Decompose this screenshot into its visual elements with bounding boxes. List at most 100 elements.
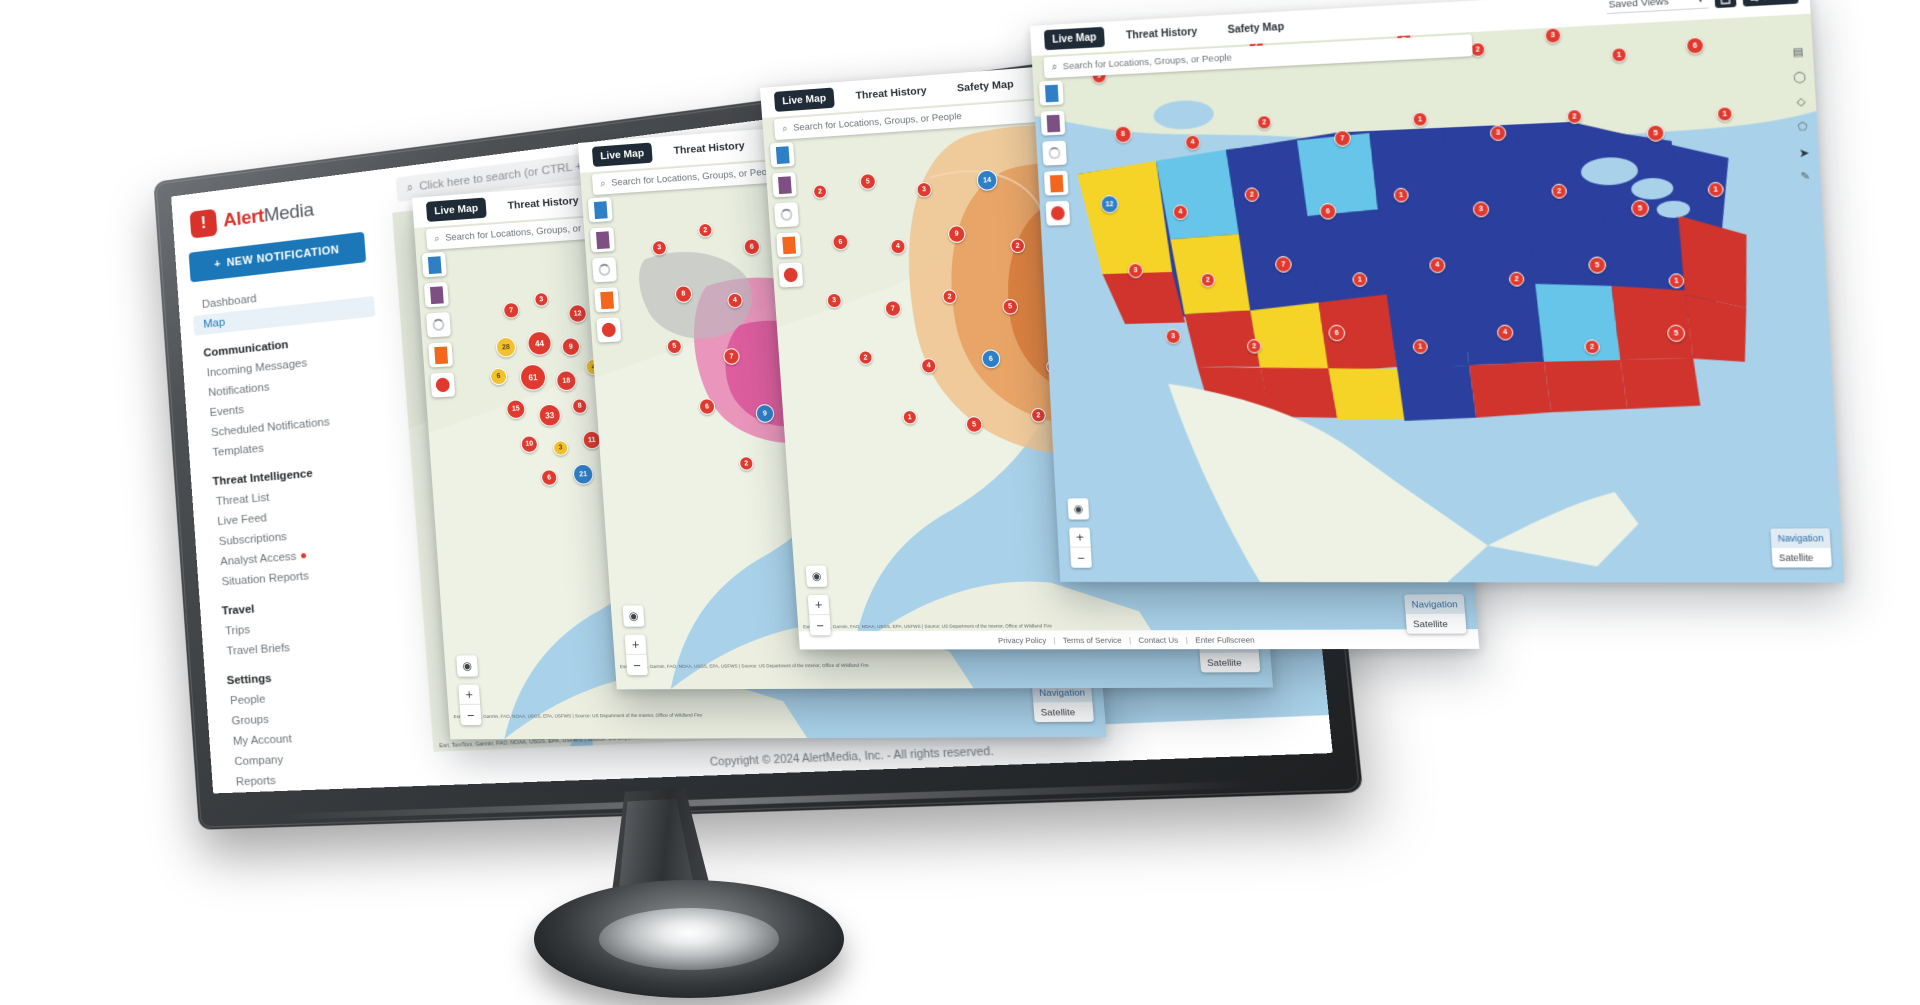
cursor-tool-icon[interactable]: ➤: [1796, 146, 1813, 162]
threat-marker[interactable]: 8: [571, 398, 588, 415]
locate-me-button[interactable]: ◉: [805, 565, 828, 587]
basemap-satellite-option[interactable]: Satellite: [1406, 614, 1467, 634]
basemap-satellite-option[interactable]: Satellite: [1200, 653, 1261, 673]
threat-marker[interactable]: 2: [858, 350, 874, 365]
zoom-in-button[interactable]: +: [624, 634, 647, 656]
threat-marker[interactable]: 61: [519, 363, 547, 392]
locate-me-button[interactable]: ◉: [622, 605, 645, 627]
threat-marker[interactable]: 10: [520, 435, 539, 454]
info-marker[interactable]: 6: [981, 349, 1001, 369]
tab-threat-history[interactable]: Threat History: [1118, 21, 1206, 46]
tab-live-map[interactable]: Live Map: [425, 197, 487, 222]
layer-threat-button[interactable]: [430, 372, 456, 398]
threat-marker[interactable]: 4: [1496, 324, 1514, 341]
polygon-tool-icon[interactable]: ◇: [1793, 96, 1810, 112]
layer-hazard-button[interactable]: [776, 232, 802, 258]
info-marker[interactable]: 21: [572, 463, 595, 485]
basemap-navigation-option[interactable]: Navigation: [1404, 594, 1466, 615]
threat-marker[interactable]: 1: [1412, 339, 1429, 355]
layer-weather-button[interactable]: [587, 196, 613, 223]
zoom-out-button[interactable]: −: [809, 615, 831, 635]
layer-loading-button[interactable]: [592, 257, 618, 283]
tab-threat-history[interactable]: Threat History: [665, 135, 753, 162]
threat-marker[interactable]: 7: [1274, 255, 1293, 273]
threat-marker[interactable]: 5: [859, 172, 877, 191]
threat-marker[interactable]: 6: [743, 238, 761, 256]
threat-marker[interactable]: 6: [489, 367, 508, 386]
threat-marker[interactable]: 4: [1184, 134, 1201, 151]
info-marker[interactable]: 12: [1100, 194, 1119, 214]
zoom-in-button[interactable]: +: [807, 594, 830, 616]
threat-marker[interactable]: 5: [1588, 256, 1607, 274]
layer-loading-button[interactable]: [426, 312, 452, 338]
threat-marker[interactable]: 3: [826, 292, 843, 309]
threat-marker[interactable]: 18: [555, 370, 578, 392]
zoom-out-button[interactable]: −: [460, 705, 482, 725]
tab-safety-map[interactable]: Safety Map: [948, 73, 1023, 99]
threat-marker[interactable]: 2: [1246, 338, 1262, 354]
map-window-safety-choropleth[interactable]: 3 1 2 1 5 2 3 1 6 8 4 2 7 1 3 2 5: [1030, 0, 1845, 583]
basemap-navigation-option[interactable]: Navigation: [1770, 528, 1831, 549]
threat-marker[interactable]: 4: [1428, 257, 1446, 274]
basemap-satellite-option[interactable]: Satellite: [1033, 702, 1094, 722]
threat-marker[interactable]: 5: [1646, 124, 1665, 143]
threat-marker[interactable]: 7: [502, 301, 520, 319]
threat-marker[interactable]: 8: [674, 285, 693, 304]
threat-marker[interactable]: 1: [1707, 181, 1725, 198]
threat-marker[interactable]: 5: [666, 338, 683, 355]
layer-hazard-button[interactable]: [1043, 170, 1069, 196]
threat-marker[interactable]: 6: [540, 469, 558, 487]
threat-marker[interactable]: 1: [1393, 187, 1409, 203]
threat-marker[interactable]: 2: [1256, 114, 1272, 130]
threat-marker[interactable]: 6: [698, 398, 716, 416]
threat-marker[interactable]: 4: [1172, 204, 1189, 221]
threat-marker[interactable]: 4: [889, 238, 907, 255]
threat-marker[interactable]: 2: [1009, 238, 1026, 254]
footer-link-enter-fullscreen[interactable]: Enter Fullscreen: [1195, 635, 1255, 645]
layer-building-button[interactable]: [423, 281, 449, 308]
threat-marker[interactable]: 3: [651, 239, 668, 256]
threat-marker[interactable]: 2: [812, 184, 828, 200]
tab-live-map[interactable]: Live Map: [591, 142, 653, 167]
layer-loading-button[interactable]: [774, 202, 800, 228]
threat-marker[interactable]: 3: [1489, 124, 1507, 142]
threat-marker[interactable]: 3: [1165, 328, 1182, 345]
footer-link-terms-of-service[interactable]: Terms of Service: [1062, 635, 1121, 645]
circle-tool-icon[interactable]: ◯: [1791, 71, 1808, 87]
zoom-in-button[interactable]: +: [458, 684, 481, 705]
threat-marker[interactable]: 2: [1244, 187, 1260, 203]
threat-marker[interactable]: 2: [1508, 271, 1525, 287]
tab-threat-history[interactable]: Threat History: [847, 80, 935, 107]
zoom-in-button[interactable]: +: [1069, 527, 1091, 548]
threat-marker[interactable]: 2: [1551, 183, 1568, 199]
threat-marker[interactable]: 5: [1630, 199, 1650, 218]
locate-me-button[interactable]: ◉: [456, 655, 479, 677]
threat-marker[interactable]: 6: [831, 233, 849, 251]
threat-marker[interactable]: 15: [505, 399, 526, 420]
layer-hazard-button[interactable]: [428, 342, 454, 368]
threat-marker[interactable]: 2: [1566, 108, 1583, 125]
threat-marker[interactable]: 6: [1328, 324, 1346, 342]
threat-marker[interactable]: 3: [916, 181, 933, 198]
threat-marker[interactable]: 3: [552, 440, 569, 456]
zoom-out-button[interactable]: −: [626, 655, 648, 675]
threat-marker[interactable]: 3: [1472, 201, 1490, 218]
threat-marker[interactable]: 6: [1685, 36, 1705, 55]
threat-marker[interactable]: 8: [1114, 125, 1133, 144]
threat-marker[interactable]: 4: [726, 292, 744, 309]
threat-marker[interactable]: 1: [1668, 273, 1685, 289]
info-marker[interactable]: 9: [755, 403, 775, 424]
zoom-out-button[interactable]: −: [1070, 548, 1092, 568]
threat-marker[interactable]: 2: [738, 456, 754, 471]
layer-weather-button[interactable]: [1038, 80, 1064, 106]
map-viewport[interactable]: 3 1 2 1 5 2 3 1 6 8 4 2 7 1 3 2 5: [1030, 0, 1845, 583]
layer-weather-button[interactable]: [421, 251, 447, 278]
threat-marker[interactable]: 33: [537, 403, 562, 427]
layer-hazard-button[interactable]: [594, 287, 620, 313]
basemap-satellite-option[interactable]: Satellite: [1772, 548, 1832, 568]
threat-marker[interactable]: 2: [941, 289, 958, 305]
threat-marker[interactable]: 1: [1352, 272, 1368, 288]
threat-marker[interactable]: 7: [722, 347, 741, 365]
threat-marker[interactable]: 4: [920, 357, 937, 374]
threat-marker[interactable]: 1: [1716, 106, 1734, 122]
